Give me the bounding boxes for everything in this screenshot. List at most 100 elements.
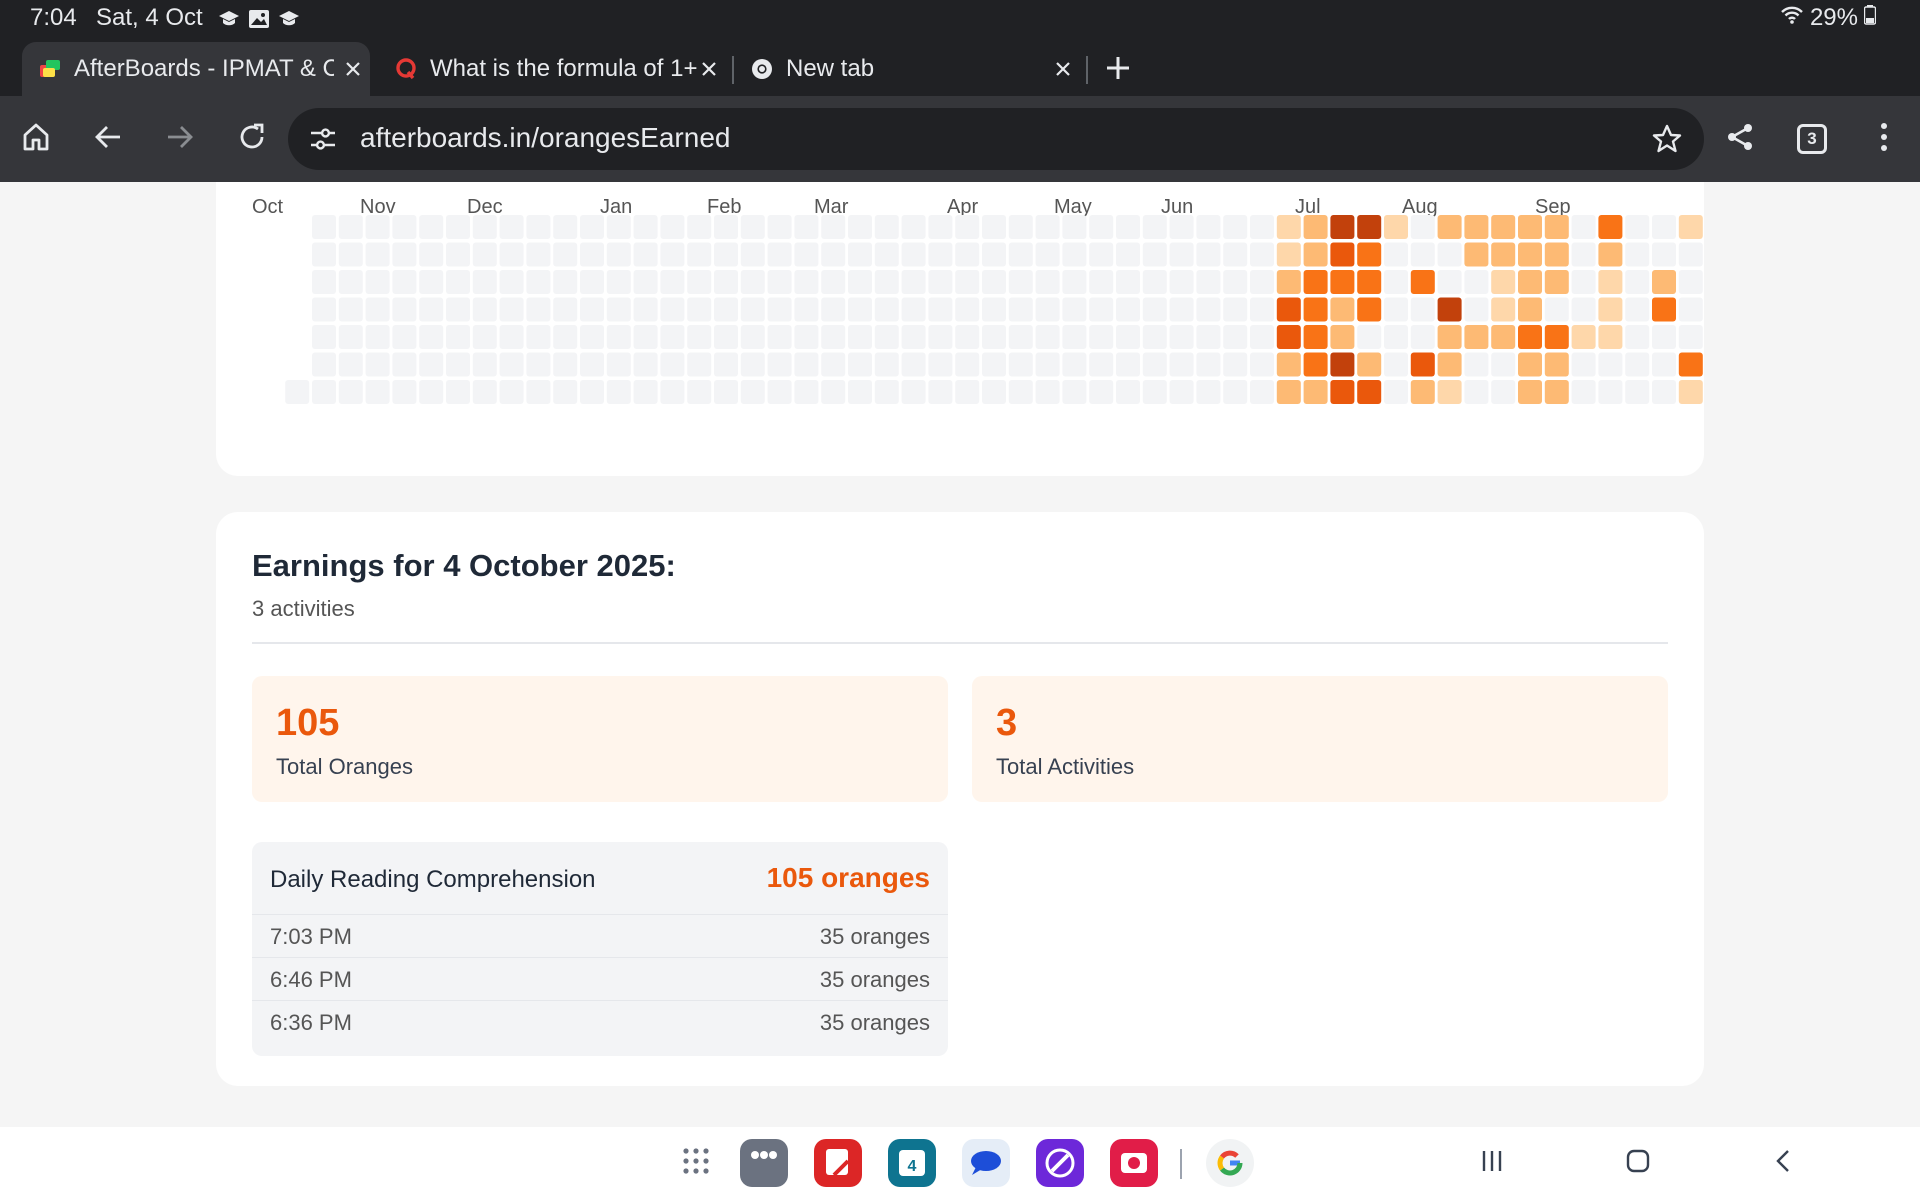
heatmap-day-cell[interactable]	[794, 325, 819, 349]
heatmap-day-cell[interactable]	[1625, 297, 1650, 322]
heatmap-day-cell[interactable]	[901, 325, 926, 349]
heatmap-day-cell[interactable]	[472, 352, 497, 377]
heatmap-day-cell[interactable]	[1678, 380, 1703, 404]
heatmap-day-cell[interactable]	[928, 215, 953, 239]
heatmap-day-cell[interactable]	[1008, 242, 1033, 267]
tab-afterboards[interactable]: AfterBoards - IPMAT & C	[22, 42, 370, 96]
heatmap-day-cell[interactable]	[794, 297, 819, 322]
heatmap-day-cell[interactable]	[1303, 325, 1328, 349]
heatmap-day-cell[interactable]	[1678, 352, 1703, 377]
heatmap-day-cell[interactable]	[446, 380, 470, 404]
heatmap-day-cell[interactable]	[982, 215, 1006, 239]
heatmap-day-cell[interactable]	[1330, 270, 1355, 294]
heatmap-day-cell[interactable]	[1518, 352, 1542, 377]
heatmap-day-cell[interactable]	[312, 380, 336, 404]
heatmap-day-cell[interactable]	[553, 352, 578, 377]
back-nav-button[interactable]	[1764, 1143, 1804, 1183]
heatmap-day-cell[interactable]	[1652, 325, 1676, 349]
heatmap-day-cell[interactable]	[1678, 270, 1703, 294]
heatmap-day-cell[interactable]	[338, 380, 363, 404]
heatmap-day-cell[interactable]	[901, 215, 926, 239]
heatmap-day-cell[interactable]	[1223, 215, 1248, 239]
heatmap-day-cell[interactable]	[1062, 215, 1087, 239]
heatmap-day-cell[interactable]	[794, 270, 819, 294]
heatmap-day-cell[interactable]	[955, 297, 980, 322]
url-text[interactable]: afterboards.in/orangesEarned	[360, 122, 730, 154]
heatmap-day-cell[interactable]	[526, 297, 551, 322]
heatmap-day-cell[interactable]	[714, 297, 738, 322]
heatmap-day-cell[interactable]	[660, 297, 685, 322]
heatmap-day-cell[interactable]	[1544, 242, 1569, 267]
heatmap-day-cell[interactable]	[553, 242, 578, 267]
heatmap-day-cell[interactable]	[1598, 352, 1623, 377]
heatmap-day-cell[interactable]	[1276, 325, 1301, 349]
heatmap-day-cell[interactable]	[1544, 325, 1569, 349]
heatmap-day-cell[interactable]	[1089, 215, 1114, 239]
heatmap-day-cell[interactable]	[1437, 270, 1462, 294]
heatmap-day-cell[interactable]	[1491, 352, 1516, 377]
heatmap-day-cell[interactable]	[580, 270, 604, 294]
heatmap-day-cell[interactable]	[312, 325, 336, 349]
heatmap-day-cell[interactable]	[740, 215, 765, 239]
heatmap-day-cell[interactable]	[1276, 242, 1301, 267]
heatmap-day-cell[interactable]	[1276, 352, 1301, 377]
heatmap-day-cell[interactable]	[1330, 352, 1355, 377]
heatmap-day-cell[interactable]	[821, 352, 846, 377]
heatmap-day-cell[interactable]	[821, 215, 846, 239]
heatmap-day-cell[interactable]	[767, 242, 792, 267]
heatmap-day-cell[interactable]	[714, 325, 738, 349]
heatmap-day-cell[interactable]	[901, 380, 926, 404]
heatmap-day-cell[interactable]	[312, 215, 336, 239]
heatmap-day-cell[interactable]	[767, 380, 792, 404]
heatmap-day-cell[interactable]	[1169, 215, 1194, 239]
heatmap-day-cell[interactable]	[1491, 270, 1516, 294]
heatmap-day-cell[interactable]	[1384, 297, 1408, 322]
heatmap-day-cell[interactable]	[365, 325, 390, 349]
heatmap-day-cell[interactable]	[1625, 215, 1650, 239]
heatmap-day-cell[interactable]	[1330, 297, 1355, 322]
heatmap-day-cell[interactable]	[1330, 215, 1355, 239]
heatmap-day-cell[interactable]	[419, 242, 444, 267]
heatmap-day-cell[interactable]	[901, 242, 926, 267]
heatmap-day-cell[interactable]	[1196, 380, 1221, 404]
heatmap-day-cell[interactable]	[1464, 215, 1489, 239]
heatmap-day-cell[interactable]	[1625, 270, 1650, 294]
heatmap-day-cell[interactable]	[1116, 352, 1140, 377]
heatmap-day-cell[interactable]	[1116, 380, 1140, 404]
heatmap-day-cell[interactable]	[848, 242, 872, 267]
browser-app-icon[interactable]	[1036, 1139, 1084, 1187]
heatmap-day-cell[interactable]	[794, 352, 819, 377]
heatmap-day-cell[interactable]	[660, 270, 685, 294]
heatmap-day-cell[interactable]	[1464, 270, 1489, 294]
heatmap-day-cell[interactable]	[1357, 242, 1382, 267]
heatmap-day-cell[interactable]	[633, 215, 658, 239]
heatmap-day-cell[interactable]	[1116, 297, 1140, 322]
heatmap-day-cell[interactable]	[848, 325, 872, 349]
heatmap-day-cell[interactable]	[1518, 297, 1542, 322]
heatmap-day-cell[interactable]	[1196, 215, 1221, 239]
heatmap-day-cell[interactable]	[365, 215, 390, 239]
heatmap-day-cell[interactable]	[928, 325, 953, 349]
heatmap-day-cell[interactable]	[1571, 352, 1596, 377]
heatmap-day-cell[interactable]	[1544, 297, 1569, 322]
heatmap-day-cell[interactable]	[687, 242, 712, 267]
heatmap-day-cell[interactable]	[1035, 352, 1060, 377]
heatmap-day-cell[interactable]	[1303, 297, 1328, 322]
tab-switcher-button[interactable]: 3	[1790, 117, 1834, 161]
heatmap-day-cell[interactable]	[1357, 325, 1382, 349]
heatmap-day-cell[interactable]	[1437, 215, 1462, 239]
heatmap-day-cell[interactable]	[1062, 242, 1087, 267]
heatmap-day-cell[interactable]	[392, 352, 417, 377]
heatmap-day-cell[interactable]	[392, 270, 417, 294]
heatmap-day-cell[interactable]	[1142, 215, 1167, 239]
heatmap-day-cell[interactable]	[1142, 270, 1167, 294]
heatmap-day-cell[interactable]	[660, 215, 685, 239]
heatmap-day-cell[interactable]	[606, 297, 631, 322]
heatmap-day-cell[interactable]	[419, 380, 444, 404]
heatmap-day-cell[interactable]	[1571, 270, 1596, 294]
heatmap-day-cell[interactable]	[1142, 242, 1167, 267]
heatmap-day-cell[interactable]	[338, 215, 363, 239]
heatmap-day-cell[interactable]	[1410, 352, 1435, 377]
heatmap-day-cell[interactable]	[606, 380, 631, 404]
heatmap-day-cell[interactable]	[1303, 242, 1328, 267]
